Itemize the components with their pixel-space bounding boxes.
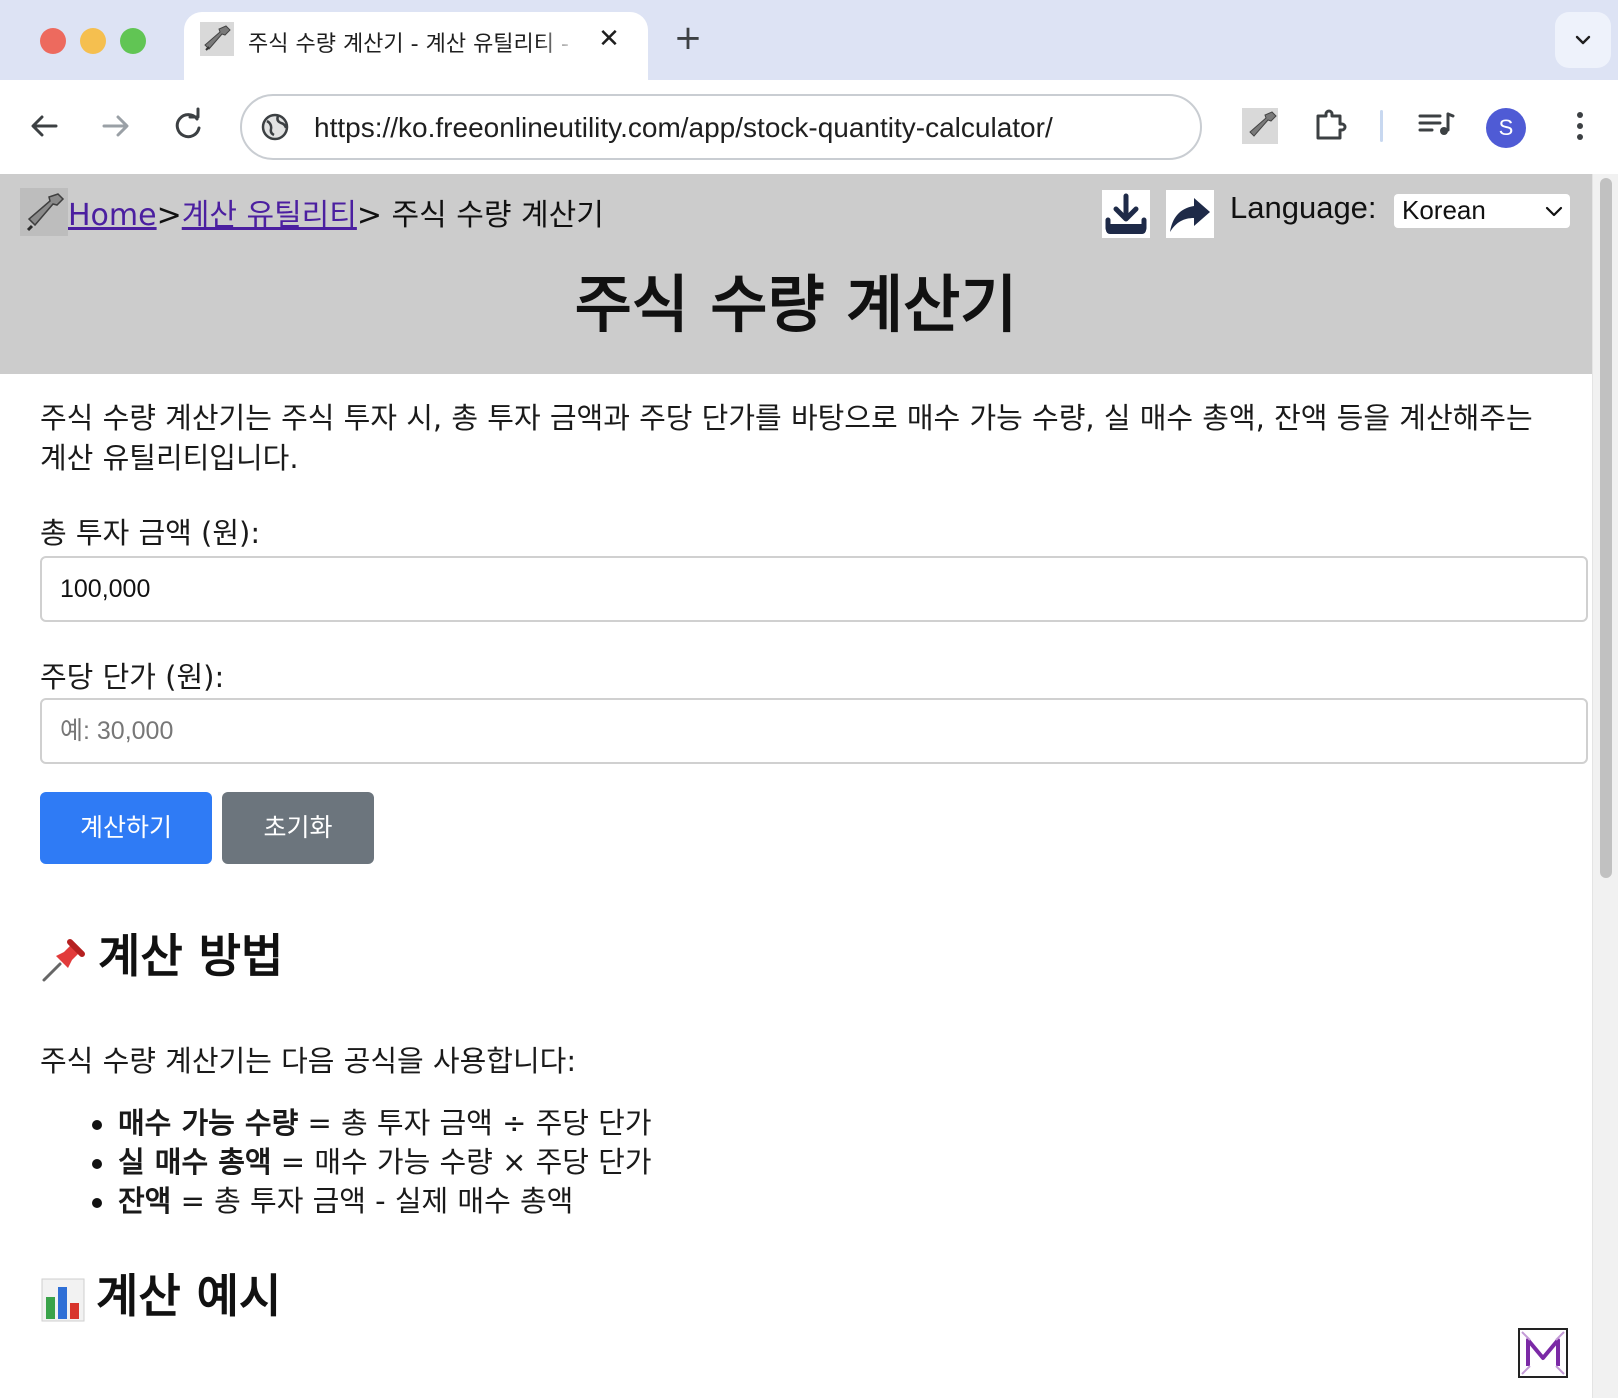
back-arrow-icon[interactable] bbox=[22, 104, 66, 148]
globe-icon[interactable] bbox=[260, 112, 290, 142]
formula-term: 실 매수 총액 bbox=[118, 1145, 272, 1179]
method-section-title: 계산 방법 bbox=[40, 920, 283, 986]
list-item: 잔액 = 총 투자 금액 - 실제 매수 총액 bbox=[92, 1182, 652, 1221]
formula-expression: = 매수 가능 수량 × 주당 단가 bbox=[271, 1145, 652, 1179]
list-item: 실 매수 총액 = 매수 가능 수량 × 주당 단가 bbox=[92, 1143, 652, 1182]
puzzle-extensions-icon[interactable] bbox=[1308, 104, 1352, 148]
example-section-title-text: 계산 예시 bbox=[96, 1269, 282, 1323]
close-tab-icon[interactable]: ✕ bbox=[594, 24, 624, 54]
toolbar-divider bbox=[1380, 110, 1383, 142]
method-section-title-text: 계산 방법 bbox=[98, 929, 284, 983]
vertical-scrollbar[interactable] bbox=[1592, 174, 1618, 1398]
pushpin-icon bbox=[42, 938, 85, 981]
price-per-share-input[interactable]: 예: 30,000 bbox=[40, 698, 1588, 764]
language-label: Language: bbox=[1230, 190, 1377, 225]
maximize-window-button[interactable] bbox=[120, 28, 146, 54]
language-selected-value: Korean bbox=[1402, 195, 1486, 225]
page-header: Home>계산 유틸리티> 주식 수량 계산기 Language: Korean… bbox=[0, 174, 1592, 374]
page-viewport: Home>계산 유틸리티> 주식 수량 계산기 Language: Korean… bbox=[0, 174, 1592, 1398]
close-window-button[interactable] bbox=[40, 28, 66, 54]
formula-term: 매수 가능 수량 bbox=[118, 1106, 299, 1140]
reset-button[interactable]: 초기화 bbox=[222, 792, 374, 864]
calculate-button[interactable]: 계산하기 bbox=[40, 792, 212, 864]
address-bar[interactable]: https://ko.freeonlineutility.com/app/sto… bbox=[240, 94, 1202, 160]
chevron-down-icon bbox=[1545, 206, 1563, 217]
breadcrumb-current: > 주식 수량 계산기 bbox=[356, 198, 604, 233]
breadcrumb: Home>계산 유틸리티> 주식 수량 계산기 bbox=[68, 190, 604, 234]
total-investment-label: 총 투자 금액 (원): bbox=[40, 516, 261, 550]
site-badge-icon[interactable] bbox=[1518, 1328, 1568, 1378]
share-icon[interactable] bbox=[1166, 190, 1214, 238]
formula-term: 잔액 bbox=[118, 1184, 172, 1218]
reload-icon[interactable] bbox=[166, 104, 210, 148]
price-per-share-label: 주당 단가 (원): bbox=[40, 660, 225, 694]
breadcrumb-separator: > bbox=[156, 198, 182, 233]
example-section-title: 계산 예시 bbox=[40, 1260, 281, 1326]
total-investment-input[interactable]: 100,000 bbox=[40, 556, 1588, 622]
method-description: 주식 수량 계산기는 다음 공식을 사용합니다: bbox=[40, 1044, 577, 1078]
scrollbar-thumb[interactable] bbox=[1600, 178, 1612, 878]
bar-chart-icon bbox=[41, 1278, 85, 1321]
intro-text: 주식 수량 계산기는 주식 투자 시, 총 투자 금액과 주당 단가를 바탕으로… bbox=[40, 401, 1533, 475]
breadcrumb-category-link[interactable]: 계산 유틸리티 bbox=[182, 198, 357, 233]
profile-avatar[interactable]: S bbox=[1486, 108, 1526, 148]
download-icon[interactable] bbox=[1102, 190, 1150, 238]
formula-expression: = 총 투자 금액 ÷ 주당 단가 bbox=[298, 1106, 652, 1140]
formula-list: 매수 가능 수량 = 총 투자 금액 ÷ 주당 단가 실 매수 총액 = 매수 … bbox=[92, 1104, 652, 1221]
main-content: 주식 수량 계산기는 주식 투자 시, 총 투자 금액과 주당 단가를 바탕으로… bbox=[40, 398, 1588, 1323]
language-select[interactable]: Korean bbox=[1394, 194, 1570, 228]
new-tab-button[interactable]: + bbox=[670, 20, 706, 56]
forward-arrow-icon[interactable] bbox=[94, 104, 138, 148]
more-menu-icon[interactable] bbox=[1558, 104, 1602, 148]
wrench-logo-icon[interactable] bbox=[20, 188, 68, 236]
media-controls-icon[interactable] bbox=[1414, 104, 1458, 148]
wrench-favicon-icon bbox=[200, 22, 234, 56]
browser-toolbar: https://ko.freeonlineutility.com/app/sto… bbox=[0, 80, 1618, 174]
formula-expression: = 총 투자 금액 - 실제 매수 총액 bbox=[171, 1184, 574, 1218]
breadcrumb-home-link[interactable]: Home bbox=[68, 198, 157, 233]
wrench-extension-icon[interactable] bbox=[1238, 104, 1282, 148]
minimize-window-button[interactable] bbox=[80, 28, 106, 54]
tab-title: 주식 수량 계산기 - 계산 유틸리티 - Free Online Utilit… bbox=[248, 32, 578, 57]
list-item: 매수 가능 수량 = 총 투자 금액 ÷ 주당 단가 bbox=[92, 1104, 652, 1143]
url-text[interactable]: https://ko.freeonlineutility.com/app/sto… bbox=[314, 112, 1053, 144]
active-tab[interactable]: 주식 수량 계산기 - 계산 유틸리티 - Free Online Utilit… bbox=[184, 12, 648, 80]
tab-search-button[interactable] bbox=[1555, 12, 1611, 68]
chevron-down-icon bbox=[1575, 35, 1591, 45]
page-title: 주식 수량 계산기 bbox=[574, 268, 1018, 341]
browser-tab-bar: 주식 수량 계산기 - 계산 유틸리티 - Free Online Utilit… bbox=[0, 0, 1618, 80]
